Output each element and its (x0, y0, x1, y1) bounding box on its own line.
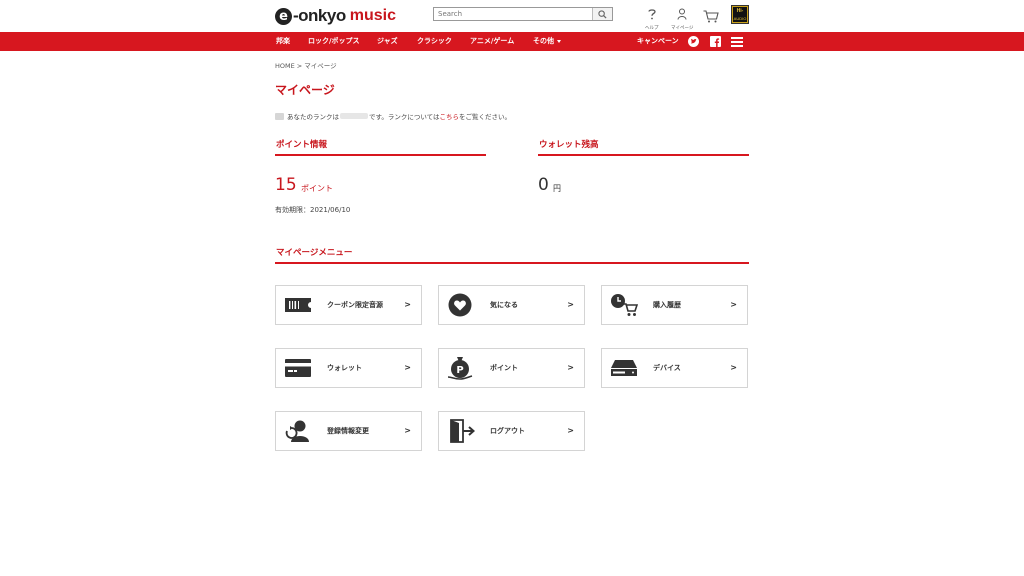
menu-tile-logout[interactable]: ログアウト > (438, 411, 585, 451)
hires-audio-logo[interactable]: Hi-Res AUDIO (731, 5, 749, 24)
nav-item-rock-pops[interactable]: ロック/ポップス (308, 32, 360, 51)
logout-icon (450, 419, 475, 443)
nav-item-hogaku[interactable]: 邦楽 (276, 32, 290, 51)
twitter-icon[interactable] (688, 36, 699, 47)
logo-text-music: music (349, 7, 396, 24)
logo-mark: e (275, 7, 292, 25)
site-header: e -onkyo music ヘルプ (0, 0, 1024, 32)
user-edit-icon (285, 420, 309, 442)
facebook-icon[interactable] (710, 36, 721, 47)
chevron-right-icon: > (404, 300, 411, 309)
chevron-right-icon: > (730, 363, 737, 372)
logo-text-onkyo: -onkyo (293, 6, 346, 25)
nav-item-jazz[interactable]: ジャズ (377, 32, 398, 51)
wallet-divider (538, 154, 749, 156)
menu-divider (275, 262, 749, 264)
chevron-right-icon: > (567, 363, 574, 372)
credit-card-icon (285, 359, 311, 377)
rank-middle: です。ランクについては (369, 113, 440, 121)
menu-tile-favorites[interactable]: 気になる > (438, 285, 585, 325)
wallet-heading: ウォレット残高 (539, 140, 599, 150)
menu-tile-points[interactable]: P ポイント > (438, 348, 585, 388)
hamburger-menu-icon[interactable] (731, 37, 743, 47)
help-label: ヘルプ (645, 26, 659, 31)
page: e -onkyo music ヘルプ (0, 0, 1024, 576)
points-divider (275, 154, 486, 156)
mypage-link[interactable]: マイページ (671, 5, 693, 31)
genre-nav: 邦楽 ロック/ポップス ジャズ クラシック アニメ/ゲーム その他 キャンペーン (0, 32, 1024, 51)
cart-link[interactable] (703, 8, 719, 27)
search-input[interactable] (434, 8, 592, 20)
svg-text:P: P (456, 365, 463, 376)
menu-tile-label: ポイント (490, 364, 518, 372)
heart-icon (448, 293, 472, 317)
rank-notice: あなたのランクは です。ランクについては こちら をご覧ください。 (275, 111, 511, 121)
nav-item-classic[interactable]: クラシック (417, 32, 452, 51)
user-icon (677, 8, 687, 20)
hires-logo-bottom: AUDIO (733, 15, 747, 22)
menu-tile-label: クーポン限定音源 (327, 301, 383, 309)
wallet-unit: 円 (553, 184, 561, 193)
menu-tile-devices[interactable]: デバイス > (601, 348, 748, 388)
page-title: マイページ (275, 83, 335, 97)
points-value: 15 (275, 175, 297, 195)
site-logo[interactable]: e -onkyo music (275, 6, 396, 26)
chevron-right-icon: > (567, 426, 574, 435)
hires-logo-top: Hi-Res (733, 7, 747, 22)
points-expiry: 有効期限：2021/06/10 (275, 206, 351, 214)
question-icon (648, 9, 656, 20)
rank-prefix: あなたのランクは (287, 113, 339, 121)
rank-value-redacted (340, 113, 368, 119)
chevron-right-icon: > (404, 426, 411, 435)
point-bag-icon: P (447, 357, 473, 380)
menu-tile-label: ウォレット (327, 364, 362, 372)
cart-history-icon (611, 294, 638, 316)
nav-item-others[interactable]: その他 (533, 32, 561, 51)
breadcrumb[interactable]: HOME > マイページ (275, 60, 337, 70)
chevron-right-icon: > (567, 300, 574, 309)
menu-tile-label: ログアウト (490, 427, 525, 435)
device-icon (611, 360, 637, 376)
rank-info-link[interactable]: こちら (440, 111, 460, 121)
menu-heading: マイページメニュー (276, 248, 353, 258)
search-icon (598, 9, 607, 19)
menu-tile-label: 購入履歴 (653, 301, 681, 309)
points-unit: ポイント (301, 184, 333, 193)
search-button[interactable] (592, 8, 612, 20)
menu-tile-label: 気になる (490, 301, 518, 309)
menu-tile-coupon[interactable]: クーポン限定音源 > (275, 285, 422, 325)
chevron-right-icon: > (730, 300, 737, 309)
menu-tile-wallet[interactable]: ウォレット > (275, 348, 422, 388)
rank-suffix: をご覧ください。 (459, 113, 512, 121)
search-box (433, 7, 613, 21)
cart-icon (703, 10, 719, 23)
ticket-icon (285, 298, 311, 312)
menu-tile-purchase-history[interactable]: 購入履歴 > (601, 285, 748, 325)
points-heading: ポイント情報 (276, 140, 328, 150)
menu-tile-label: デバイス (653, 364, 681, 372)
rank-badge-icon (275, 112, 284, 120)
nav-item-others-label: その他 (533, 37, 554, 45)
wallet-value: 0 (538, 175, 549, 195)
nav-item-anime-game[interactable]: アニメ/ゲーム (470, 32, 514, 51)
mypage-label: マイページ (671, 26, 694, 31)
help-link[interactable]: ヘルプ (645, 5, 659, 31)
nav-item-campaign[interactable]: キャンペーン (637, 32, 679, 51)
menu-tile-label: 登録情報変更 (327, 427, 369, 435)
chevron-right-icon: > (404, 363, 411, 372)
menu-tile-edit-profile[interactable]: 登録情報変更 > (275, 411, 422, 451)
chevron-down-icon (557, 39, 561, 43)
